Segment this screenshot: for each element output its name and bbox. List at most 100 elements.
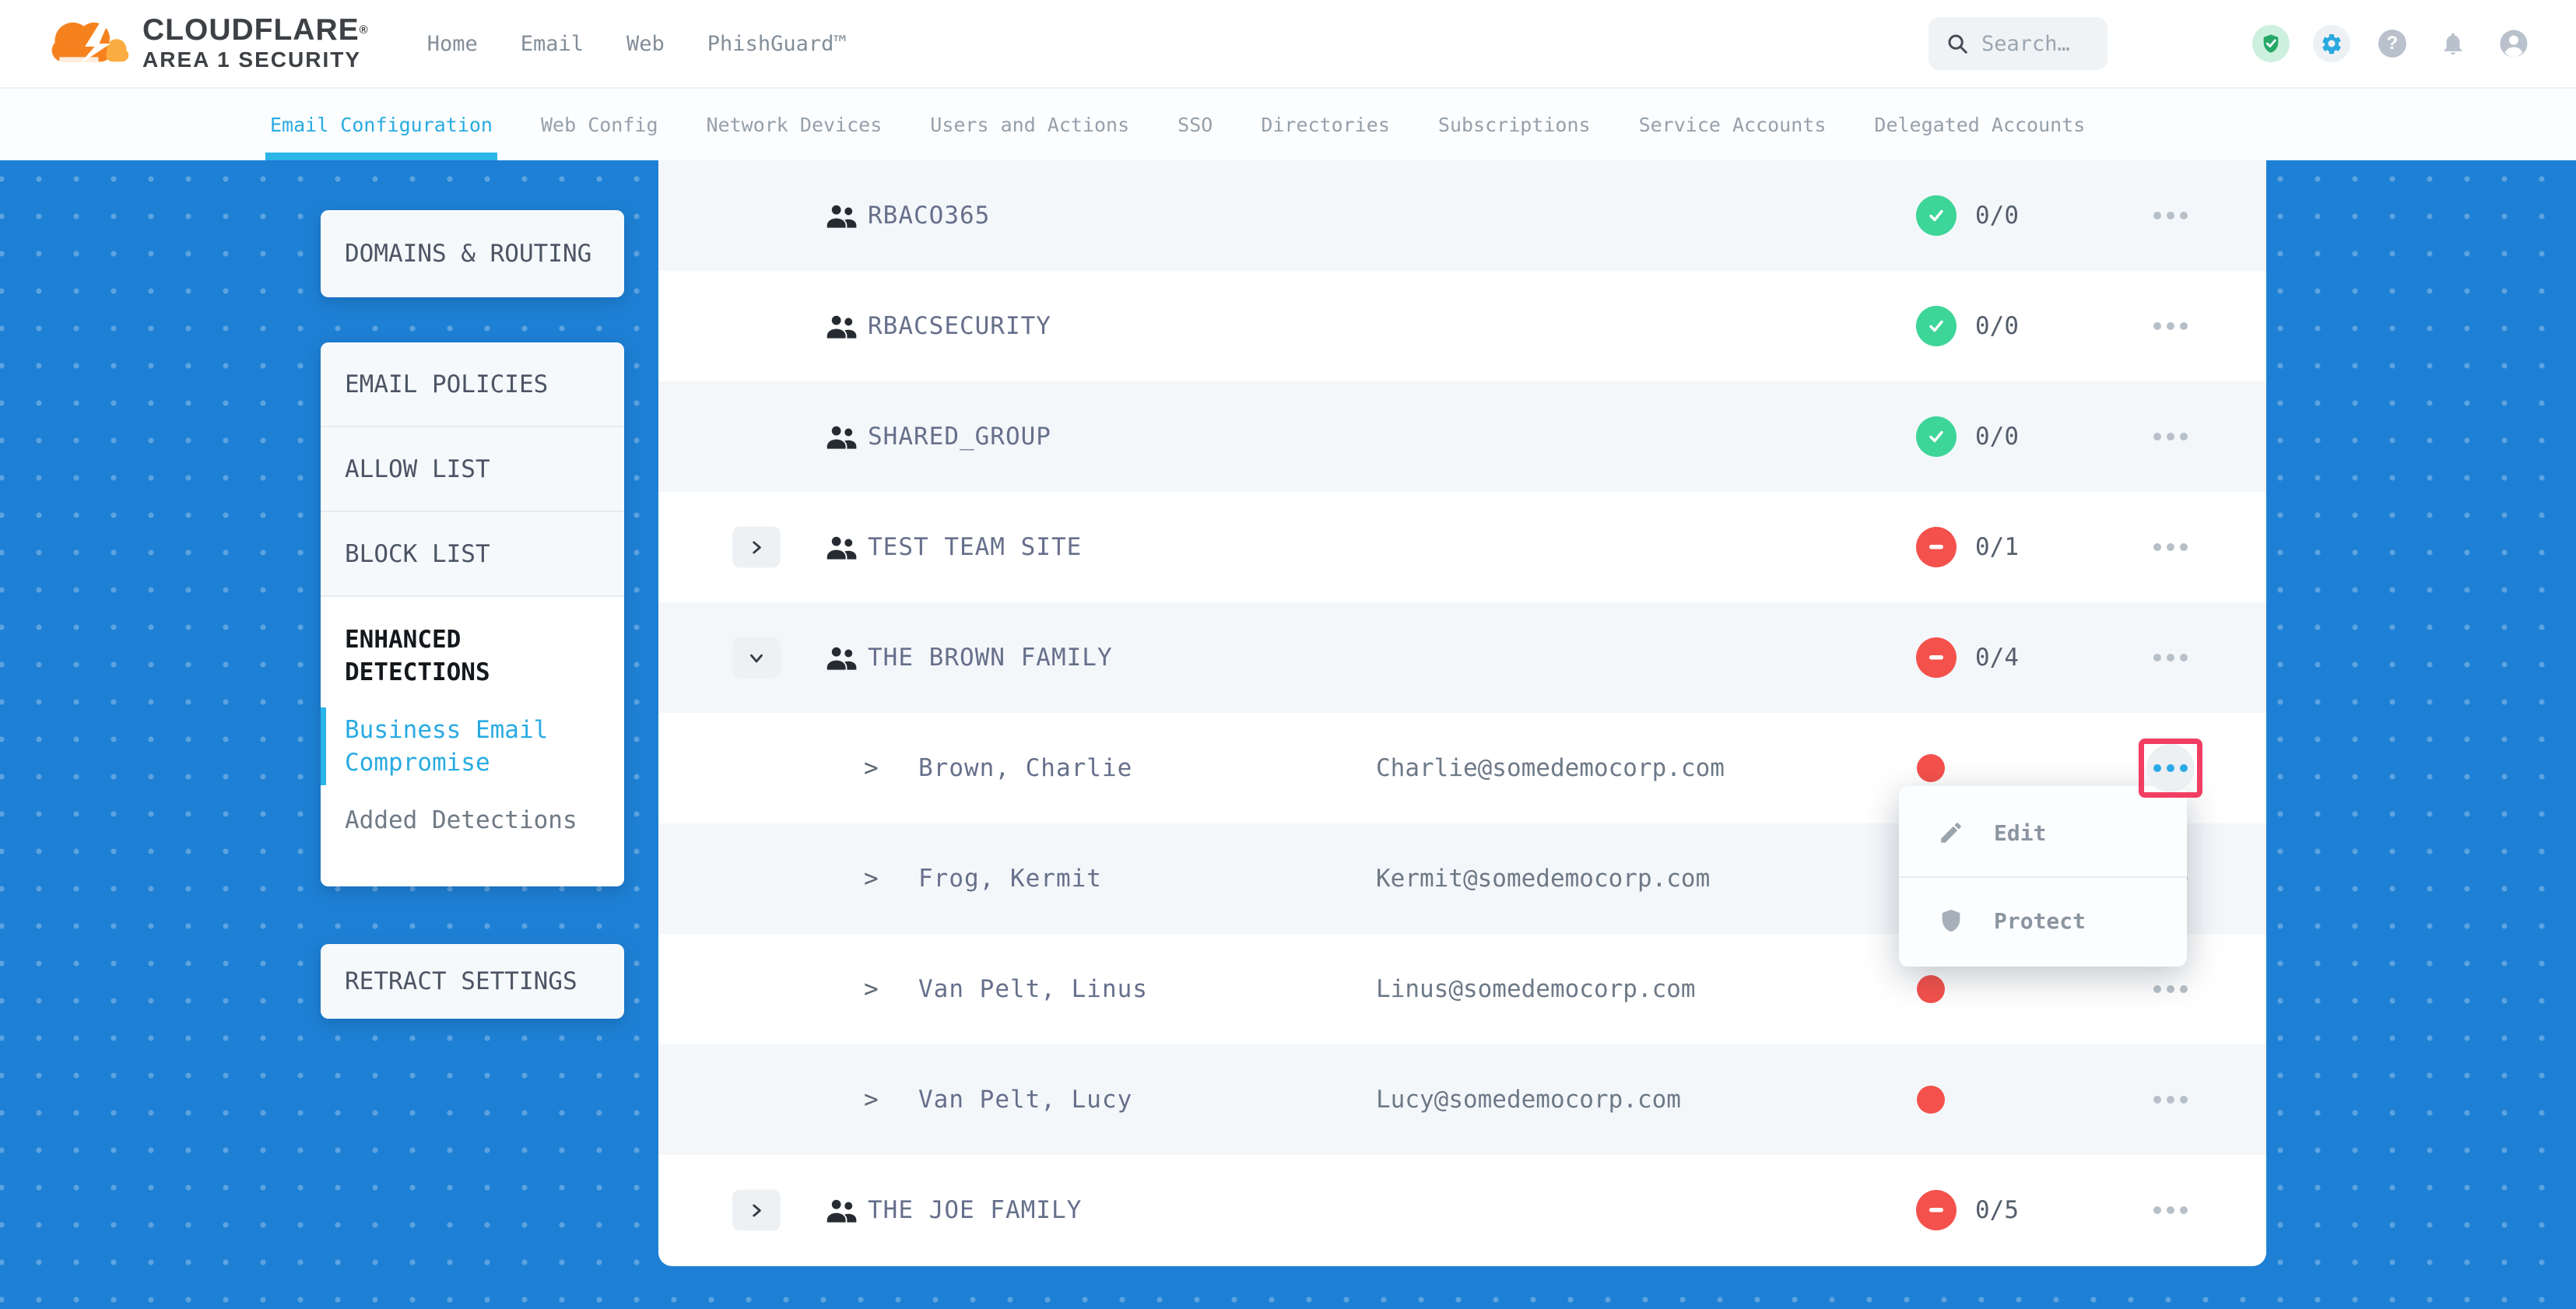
help-button[interactable]: ? [2374,25,2411,62]
table-row-the-brown-family: THE BROWN FAMILY 0/4 [658,602,2266,713]
gear-icon [2313,25,2350,62]
row-email: Lucy@somedemocorp.com [1376,1086,1681,1114]
minus-icon [1925,535,1948,559]
nav-phishguard[interactable]: PhishGuard™ [707,32,847,56]
brand-trademark: ® [360,23,369,37]
row-menu-button[interactable] [2146,302,2195,350]
sidebar-subitem-label: Business Email Compromise [345,716,548,777]
header-actions: ? [1928,0,2532,87]
tab-email-configuration[interactable]: Email Configuration [270,89,493,160]
row-name: SHARED_GROUP [868,423,1051,451]
expand-button[interactable] [732,637,781,679]
sidebar-item-retract-settings[interactable]: RETRACT SETTINGS [321,944,624,1019]
row-menu-button[interactable] [2146,191,2195,240]
table-row-the-joe-family: THE JOE FAMILY 0/5 [658,1155,2266,1265]
shield-icon [1938,907,1964,934]
brand-name: CLOUDFLARE® [142,15,369,46]
row-menu-button[interactable] [2146,744,2195,792]
settings-button[interactable] [2313,25,2350,62]
sidebar-item-domains-routing[interactable]: DOMAINS & ROUTING [321,210,624,297]
sidebar-item-block-list[interactable]: BLOCK LIST [321,512,624,597]
table-row-rbacsecurity: RBACSECURITY 0/0 [658,271,2266,381]
notifications-button[interactable] [2434,25,2472,62]
tab-directories[interactable]: Directories [1261,89,1390,160]
group-icon [825,312,859,340]
shield-check-icon [2252,25,2290,62]
tab-subscriptions[interactable]: Subscriptions [1438,89,1591,160]
row-menu-button[interactable] [2146,1186,2195,1234]
row-name: Van Pelt, Linus [918,975,1148,1003]
protection-count: 0/0 [1975,202,2019,230]
search-input[interactable] [1981,32,2090,56]
minus-icon [1925,1198,1948,1222]
sidebar-item-label: BLOCK LIST [345,540,490,568]
status-badge [1916,527,1957,567]
primary-nav: Home Email Web PhishGuard™ [427,32,847,56]
pencil-icon [1938,819,1964,846]
member-caret: > [864,1086,879,1114]
tab-users-and-actions[interactable]: Users and Actions [930,89,1129,160]
nav-web[interactable]: Web [626,32,665,56]
nav-home[interactable]: Home [427,32,478,56]
protection-count: 0/1 [1975,533,2019,561]
expand-button[interactable] [732,1190,781,1231]
protection-count: 0/5 [1975,1196,2019,1224]
table-row-rbaco365: RBACO365 0/0 [658,160,2266,271]
brand-logo: CLOUDFLARE® AREA 1 SECURITY [0,13,369,74]
row-menu-button[interactable] [2146,412,2195,461]
check-icon [1925,204,1948,227]
row-menu-button[interactable] [2146,965,2195,1013]
search-box[interactable] [1928,17,2107,70]
table-row-van-pelt-lucy: > Van Pelt, Lucy Lucy@somedemocorp.com [658,1044,2266,1155]
sidebar-item-label: DOMAINS & ROUTING [345,240,591,268]
group-icon [825,1196,859,1224]
row-name: TEST TEAM SITE [868,533,1082,561]
tab-delegated-accounts[interactable]: Delegated Accounts [1874,89,2085,160]
row-menu-button[interactable] [2146,523,2195,571]
row-menu-button[interactable] [2146,1076,2195,1124]
member-caret: > [864,975,879,1003]
sidebar-policies-card: EMAIL POLICIES ALLOW LIST BLOCK LIST ENHAN… [321,342,624,886]
sidebar-subitem-added-detections[interactable]: Added Detections [321,798,624,843]
profile-button[interactable] [2495,25,2532,62]
minus-icon [1925,646,1948,669]
row-email: Charlie@somedemocorp.com [1376,754,1725,782]
sidebar-item-allow-list[interactable]: ALLOW LIST [321,427,624,512]
context-menu-item-protect[interactable]: Protect [1899,876,2187,963]
nav-email[interactable]: Email [521,32,584,56]
expand-button[interactable] [732,527,781,568]
tab-network-devices[interactable]: Network Devices [707,89,883,160]
tab-web-config[interactable]: Web Config [541,89,658,160]
bell-icon [2440,30,2466,57]
alert-dot [1917,975,1945,1003]
protection-count: 0/0 [1975,423,2019,451]
row-name: THE BROWN FAMILY [868,644,1113,672]
row-menu-button[interactable] [2146,633,2195,682]
row-name: RBACSECURITY [868,312,1051,340]
sidebar-item-label: EMAIL POLICIES [345,370,548,398]
chevron-right-icon [747,538,766,556]
groups-table: RBACO365 0/0 [658,160,2266,1266]
row-email: Kermit@somedemocorp.com [1376,865,1710,893]
sidebar-item-label: ALLOW LIST [345,455,490,483]
group-icon [825,533,859,561]
row-name: RBACO365 [868,202,990,230]
context-menu: Edit Protect [1899,786,2187,967]
sidebar-subitem-business-email-compromise[interactable]: Business Email Compromise [321,707,624,785]
group-icon [825,644,859,672]
check-icon [1925,425,1948,448]
member-caret: > [864,865,879,893]
security-status-button[interactable] [2252,25,2290,62]
table-row-test-team-site: TEST TEAM SITE 0/1 [658,492,2266,602]
context-menu-item-edit[interactable]: Edit [1899,789,2187,876]
tab-service-accounts[interactable]: Service Accounts [1639,89,1827,160]
sidebar-item-email-policies[interactable]: EMAIL POLICIES [321,342,624,427]
alert-dot [1917,1086,1945,1114]
row-name: Van Pelt, Lucy [918,1086,1132,1114]
brand-subtitle: AREA 1 SECURITY [142,47,369,72]
member-caret: > [864,754,879,782]
enhanced-detections-heading: ENHANCED DETECTIONS [321,623,624,689]
sidebar-subitem-label: Added Detections [345,806,577,834]
status-badge [1916,1190,1957,1230]
tab-sso[interactable]: SSO [1177,89,1213,160]
